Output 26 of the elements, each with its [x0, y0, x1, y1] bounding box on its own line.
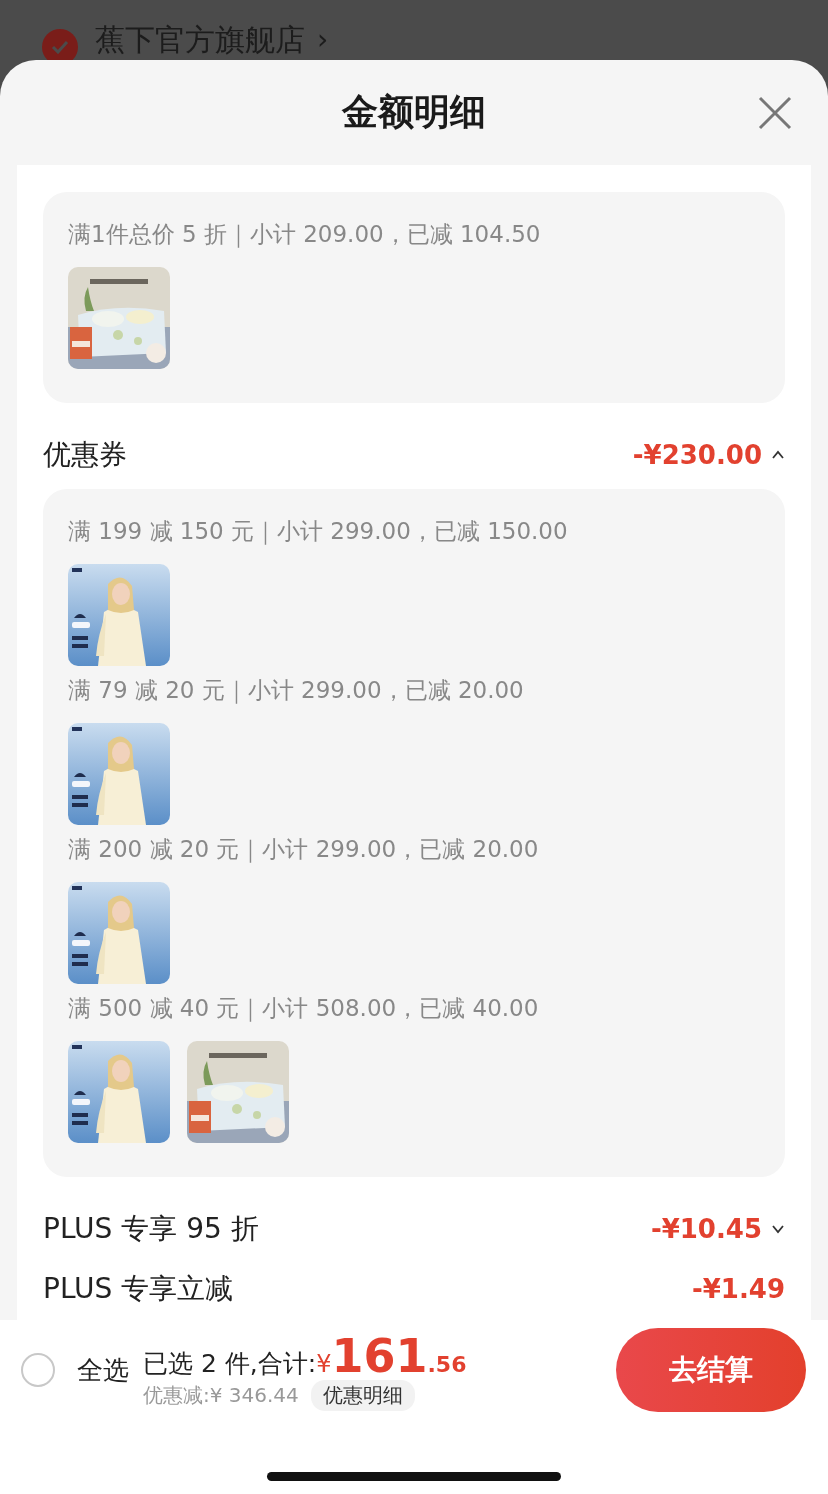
discount-amount: -¥10.45 — [650, 1213, 762, 1245]
total-cents: .56 — [427, 1351, 467, 1377]
check-icon — [51, 40, 69, 54]
close-icon[interactable] — [758, 96, 792, 130]
chevron-down-icon[interactable] — [771, 1223, 785, 1235]
radio-button[interactable] — [21, 1353, 55, 1387]
select-all-label[interactable]: 全选 — [77, 1352, 129, 1388]
chevron-up-icon[interactable] — [771, 449, 785, 461]
section-title: PLUS 专享立减 — [43, 1272, 235, 1306]
discount-rule: 满 200 减 20 元｜小计 299.00，已减 20.00 — [68, 835, 540, 865]
checkout-button[interactable]: 去结算 — [616, 1328, 806, 1412]
sheet-title: 金额明细 — [342, 90, 486, 134]
checkbox[interactable] — [42, 29, 78, 60]
section-title: PLUS 专享 95 折 — [43, 1212, 260, 1246]
discount-rule: 满 500 减 40 元｜小计 508.00，已减 40.00 — [68, 994, 540, 1024]
currency-symbol: ¥ — [316, 1349, 332, 1378]
total-price: 161 — [331, 1329, 428, 1382]
selection-summary: 已选 2 件,合计: — [143, 1347, 317, 1380]
discount-amount: -¥1.49 — [691, 1273, 785, 1305]
section-title: 优惠券 — [43, 438, 128, 472]
discount-rule: 满 79 减 20 元｜小计 299.00，已减 20.00 — [68, 676, 525, 706]
discount-detail-button[interactable]: 优惠明细 — [310, 1379, 415, 1411]
discount-rule: 满 199 减 150 元｜小计 299.00，已减 150.00 — [68, 517, 569, 547]
discount-amount: -¥230.00 — [632, 439, 762, 471]
discount-total: 优惠减:¥ 346.44 — [143, 1381, 299, 1409]
discount-rule: 满1件总价 5 折｜小计 209.00，已减 104.50 — [68, 220, 542, 250]
